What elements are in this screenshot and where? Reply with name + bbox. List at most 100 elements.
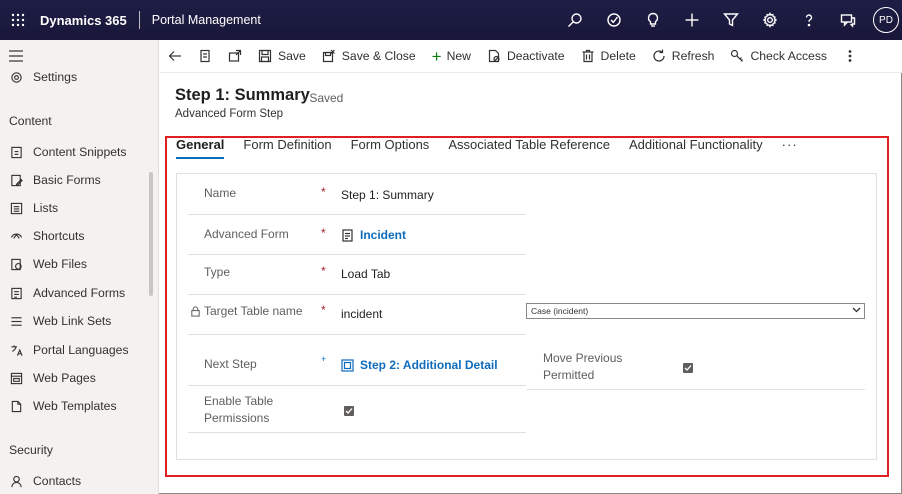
lightbulb-icon[interactable] (633, 0, 672, 40)
sidebar-item-label: Contacts (33, 474, 82, 488)
move-previous-label-line-2: Permitted (543, 368, 595, 382)
tab-form-options[interactable]: Form Options (351, 137, 430, 159)
sidebar-item-web-files[interactable]: Web Files (0, 250, 150, 278)
target-table-dropdown[interactable]: Case (incident) (526, 303, 865, 319)
save-close-label: Save & Close (341, 49, 416, 63)
delete-button[interactable]: Delete (573, 40, 644, 73)
target-table-field[interactable]: incident (341, 307, 382, 321)
sidebar-item-shortcuts[interactable]: Shortcuts (0, 222, 150, 250)
checkmark-icon (684, 365, 692, 371)
new-label: New (446, 49, 471, 63)
hamburger-menu-icon[interactable] (9, 50, 23, 62)
sidebar-item-advanced-forms[interactable]: Advanced Forms (0, 279, 150, 307)
back-button[interactable] (160, 40, 190, 73)
open-new-window-button[interactable] (220, 40, 250, 73)
sidebar-item-label: Portal Languages (33, 343, 129, 357)
name-label: Name (204, 186, 237, 200)
sidebar-item-portal-languages[interactable]: Portal Languages (0, 336, 150, 364)
required-indicator: * (321, 185, 326, 199)
new-button[interactable]: + New (424, 40, 479, 73)
lock-icon (191, 306, 200, 317)
next-step-lookup[interactable]: Step 2: Additional Detail (341, 358, 498, 372)
enable-permissions-label-line-2: Permissions (204, 411, 270, 425)
sidebar-group-content: Content (9, 114, 52, 128)
advanced-form-icon (9, 286, 23, 300)
brand-separator (138, 11, 140, 29)
gear-icon[interactable] (750, 0, 789, 40)
sidebar-item-label: Lists (33, 201, 59, 215)
sidebar-item-label: Advanced Forms (33, 286, 126, 300)
record-entity-name: Advanced Form Step (175, 108, 284, 120)
record-title: Step 1: Summary (175, 86, 310, 104)
type-field[interactable]: Load Tab (341, 267, 390, 281)
app-launcher-icon[interactable] (0, 0, 36, 40)
save-close-button[interactable]: Save & Close (314, 40, 424, 73)
language-icon (9, 343, 23, 357)
template-icon (9, 399, 23, 413)
more-vertical-icon (848, 50, 852, 62)
advanced-form-value[interactable]: Incident (360, 228, 406, 242)
sidebar-item-label: Content Snippets (33, 145, 127, 159)
arrow-left-icon (168, 51, 181, 61)
step-icon (341, 358, 354, 372)
required-indicator: * (321, 226, 326, 240)
save-button[interactable]: Save (250, 40, 314, 73)
refresh-icon (653, 49, 665, 62)
tab-associated-table-reference[interactable]: Associated Table Reference (448, 137, 610, 159)
more-commands-button[interactable] (835, 40, 865, 73)
command-bar: Save Save & Close + New Deactivate Delet… (160, 40, 902, 73)
sidebar-item-web-templates[interactable]: Web Templates (0, 392, 150, 420)
target-icon[interactable] (594, 0, 633, 40)
enable-permissions-label: Enable Table Permissions (204, 393, 273, 427)
deactivate-label: Deactivate (506, 49, 565, 63)
user-avatar[interactable]: PD (873, 7, 899, 33)
refresh-button[interactable]: Refresh (644, 40, 723, 73)
sidebar-item-settings[interactable]: Settings (0, 63, 150, 91)
name-field[interactable]: Step 1: Summary (341, 188, 434, 202)
tabs-overflow-button[interactable]: ··· (782, 137, 798, 159)
chat-icon[interactable] (828, 0, 867, 40)
plus-icon: + (431, 46, 442, 66)
move-previous-label: Move Previous Permitted (543, 350, 622, 384)
key-icon (731, 49, 744, 62)
tab-additional-functionality[interactable]: Additional Functionality (629, 137, 763, 159)
link-set-icon (9, 314, 23, 328)
web-page-icon (9, 371, 23, 385)
trash-icon (582, 49, 594, 63)
sidebar-item-web-pages[interactable]: Web Pages (0, 364, 150, 392)
sidebar-item-content-snippets[interactable]: Content Snippets (0, 138, 150, 166)
sidebar-item-label: Basic Forms (33, 173, 101, 187)
enable-permissions-checkbox[interactable] (344, 406, 354, 416)
move-previous-checkbox[interactable] (683, 363, 693, 373)
document-icon (200, 49, 210, 63)
sidebar-item-lists[interactable]: Lists (0, 194, 150, 222)
sidebar-item-web-link-sets[interactable]: Web Link Sets (0, 307, 150, 335)
save-close-icon (322, 49, 335, 63)
app-name[interactable]: Portal Management (152, 13, 261, 27)
advanced-form-lookup[interactable]: Incident (341, 228, 406, 242)
sidebar-scrollbar[interactable] (149, 172, 153, 296)
record-view-button[interactable] (190, 40, 220, 73)
tab-general[interactable]: General (176, 137, 225, 159)
filter-icon[interactable] (711, 0, 750, 40)
advanced-form-icon (342, 228, 353, 242)
sidebar-item-contacts[interactable]: Contacts (0, 467, 150, 494)
check-access-button[interactable]: Check Access (722, 40, 835, 73)
form-tab-list: General Form Definition Form Options Ass… (176, 137, 817, 159)
sidebar-item-label: Web Files (33, 257, 87, 271)
deactivate-button[interactable]: Deactivate (479, 40, 573, 73)
plus-icon[interactable] (672, 0, 711, 40)
next-step-value[interactable]: Step 2: Additional Detail (360, 358, 498, 372)
sidebar-item-basic-forms[interactable]: Basic Forms (0, 166, 150, 194)
required-indicator: * (321, 264, 326, 278)
save-icon (258, 49, 272, 63)
form-icon (9, 173, 23, 187)
brand-name[interactable]: Dynamics 365 (40, 13, 127, 28)
search-icon[interactable] (555, 0, 594, 40)
snippet-icon (9, 145, 23, 159)
next-step-label: Next Step (204, 357, 257, 371)
sidebar-item-label: Settings (33, 70, 78, 84)
refresh-label: Refresh (671, 49, 715, 63)
tab-form-definition[interactable]: Form Definition (243, 137, 331, 159)
help-icon[interactable] (789, 0, 828, 40)
